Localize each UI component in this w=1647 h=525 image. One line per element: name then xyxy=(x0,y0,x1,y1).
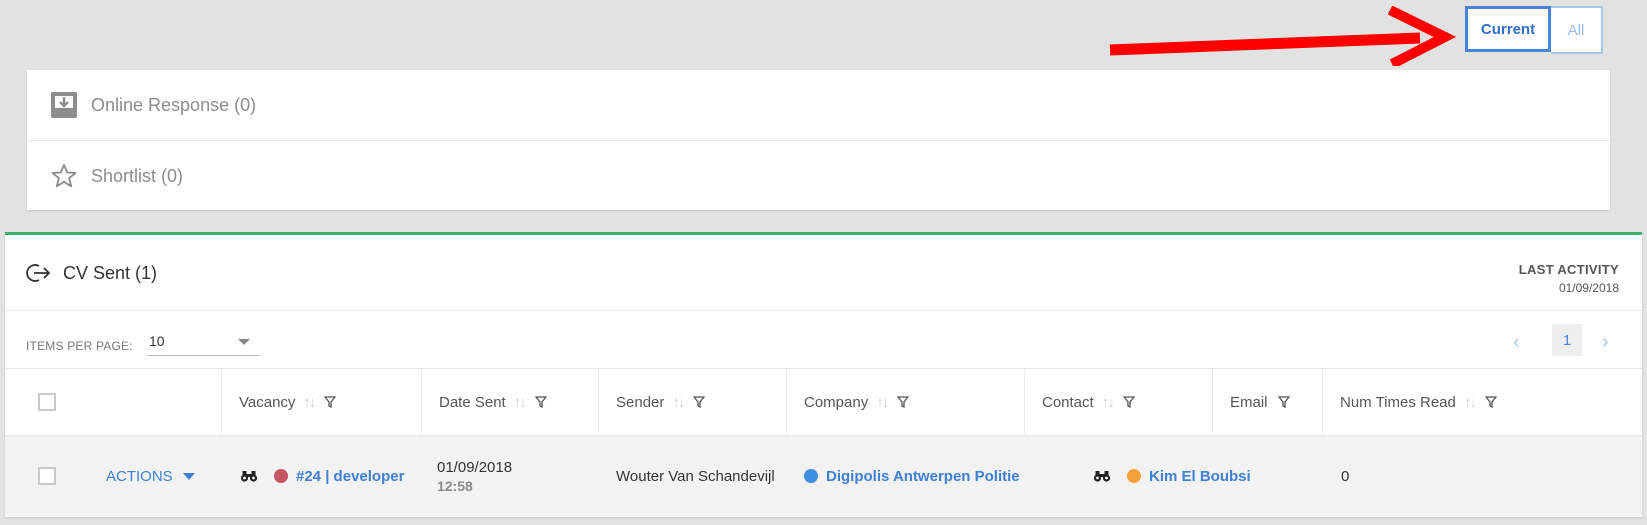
sort-icon[interactable]: ↑↓ xyxy=(303,394,316,411)
table-row: ACTIONS #24 | developer 01/09/2018 12:58… xyxy=(5,436,1642,516)
shortlist-label: Shortlist (0) xyxy=(91,165,184,186)
table-header: Vacancy ↑↓ Date Sent ↑↓ Sender ↑↓ Compan… xyxy=(5,369,1642,436)
online-response-label: Online Response (0) xyxy=(91,94,257,115)
column-label: Company xyxy=(804,393,869,411)
column-header-date-sent[interactable]: Date Sent ↑↓ xyxy=(422,369,599,435)
vacancy-cell: #24 | developer xyxy=(240,436,404,516)
sort-icon[interactable]: ↑↓ xyxy=(514,394,527,411)
sort-icon[interactable]: ↑↓ xyxy=(1464,394,1477,411)
column-label: Num Times Read xyxy=(1340,393,1456,411)
actions-dropdown[interactable]: ACTIONS xyxy=(106,468,195,485)
column-label: Email xyxy=(1230,393,1268,411)
row-select-cell xyxy=(38,436,56,516)
column-label: Sender xyxy=(616,393,665,411)
filter-icon[interactable] xyxy=(897,396,910,408)
next-page-icon[interactable]: › xyxy=(1602,331,1609,354)
items-per-page-value: 10 xyxy=(149,333,165,349)
annotation-arrow xyxy=(1109,6,1457,66)
items-per-page-select[interactable]: 10 xyxy=(147,329,260,356)
sort-icon[interactable]: ↑↓ xyxy=(876,394,889,411)
filter-icon[interactable] xyxy=(1484,396,1497,408)
binoculars-icon[interactable] xyxy=(240,469,258,483)
dropdown-arrow-icon xyxy=(238,339,250,345)
filter-icon[interactable] xyxy=(1122,396,1135,408)
star-outline-icon xyxy=(49,161,79,191)
caret-down-icon xyxy=(182,472,195,480)
column-header-contact[interactable]: Contact ↑↓ xyxy=(1025,369,1213,435)
company-status-dot xyxy=(804,469,818,483)
contact-link[interactable]: Kim El Boubsi xyxy=(1149,468,1251,485)
vacancy-link[interactable]: #24 | developer xyxy=(296,468,404,485)
filter-icon[interactable] xyxy=(324,396,337,408)
column-label: Contact xyxy=(1042,393,1094,411)
pager-row: ITEMS PER PAGE: 10 ‹ 1 › xyxy=(5,311,1642,369)
last-activity-date: 01/09/2018 xyxy=(1558,281,1619,295)
summary-card: Online Response (0) Shortlist (0) xyxy=(27,70,1610,210)
prev-page-icon[interactable]: ‹ xyxy=(1513,331,1520,354)
select-all-checkbox[interactable] xyxy=(38,393,56,411)
current-toggle-button[interactable]: Current xyxy=(1465,6,1551,52)
date-sent-time: 12:58 xyxy=(437,477,473,494)
column-label: Vacancy xyxy=(239,393,296,411)
cv-sent-panel: CV Sent (1) LAST ACTIVITY 01/09/2018 ITE… xyxy=(5,232,1642,517)
inbox-download-icon xyxy=(49,90,79,120)
sort-icon[interactable]: ↑↓ xyxy=(1102,394,1115,411)
num-times-read-cell: 0 xyxy=(1341,436,1349,516)
column-header-num-times-read[interactable]: Num Times Read ↑↓ xyxy=(1323,369,1642,435)
filter-icon[interactable] xyxy=(693,396,706,408)
column-header-vacancy[interactable]: Vacancy ↑↓ xyxy=(222,369,422,435)
contact-cell: Kim El Boubsi xyxy=(1093,436,1251,516)
column-header-email[interactable]: Email xyxy=(1213,369,1323,435)
sign-out-arrow-icon xyxy=(26,264,50,282)
column-label: Date Sent xyxy=(439,393,506,411)
select-all-cell xyxy=(5,369,222,435)
last-activity-label: LAST ACTIVITY xyxy=(1518,262,1619,277)
num-times-read-value: 0 xyxy=(1341,467,1350,485)
filter-icon[interactable] xyxy=(534,396,547,408)
column-header-company[interactable]: Company ↑↓ xyxy=(787,369,1025,435)
actions-cell: ACTIONS xyxy=(106,436,195,516)
page-number-button[interactable]: 1 xyxy=(1552,324,1582,356)
date-sent-cell: 01/09/2018 12:58 xyxy=(437,436,512,516)
row-checkbox[interactable] xyxy=(38,467,56,485)
panel-header: CV Sent (1) LAST ACTIVITY 01/09/2018 xyxy=(5,235,1642,311)
contact-status-dot xyxy=(1127,469,1141,483)
sort-icon[interactable]: ↑↓ xyxy=(672,394,685,411)
binoculars-icon[interactable] xyxy=(1093,469,1111,483)
shortlist-row[interactable]: Shortlist (0) xyxy=(27,140,1610,211)
vacancy-status-dot xyxy=(274,469,288,483)
sender-name: Wouter Van Schandevijl xyxy=(616,467,775,485)
company-cell: Digipolis Antwerpen Politie xyxy=(804,436,1020,516)
actions-label: ACTIONS xyxy=(106,467,173,485)
last-activity: LAST ACTIVITY 01/09/2018 xyxy=(1519,262,1619,295)
panel-title: CV Sent (1) xyxy=(25,262,157,284)
filter-icon[interactable] xyxy=(1277,396,1290,408)
date-sent-date: 01/09/2018 xyxy=(437,458,513,476)
all-toggle-button[interactable]: All xyxy=(1551,6,1603,54)
column-header-sender[interactable]: Sender ↑↓ xyxy=(599,369,787,435)
items-per-page-label: ITEMS PER PAGE: xyxy=(26,339,133,353)
scope-toggle: Current All xyxy=(1465,6,1603,54)
company-link[interactable]: Digipolis Antwerpen Politie xyxy=(826,468,1020,485)
sender-cell: Wouter Van Schandevijl xyxy=(616,436,775,516)
cv-sent-title: CV Sent (1) xyxy=(63,262,158,283)
online-response-row[interactable]: Online Response (0) xyxy=(27,70,1610,140)
